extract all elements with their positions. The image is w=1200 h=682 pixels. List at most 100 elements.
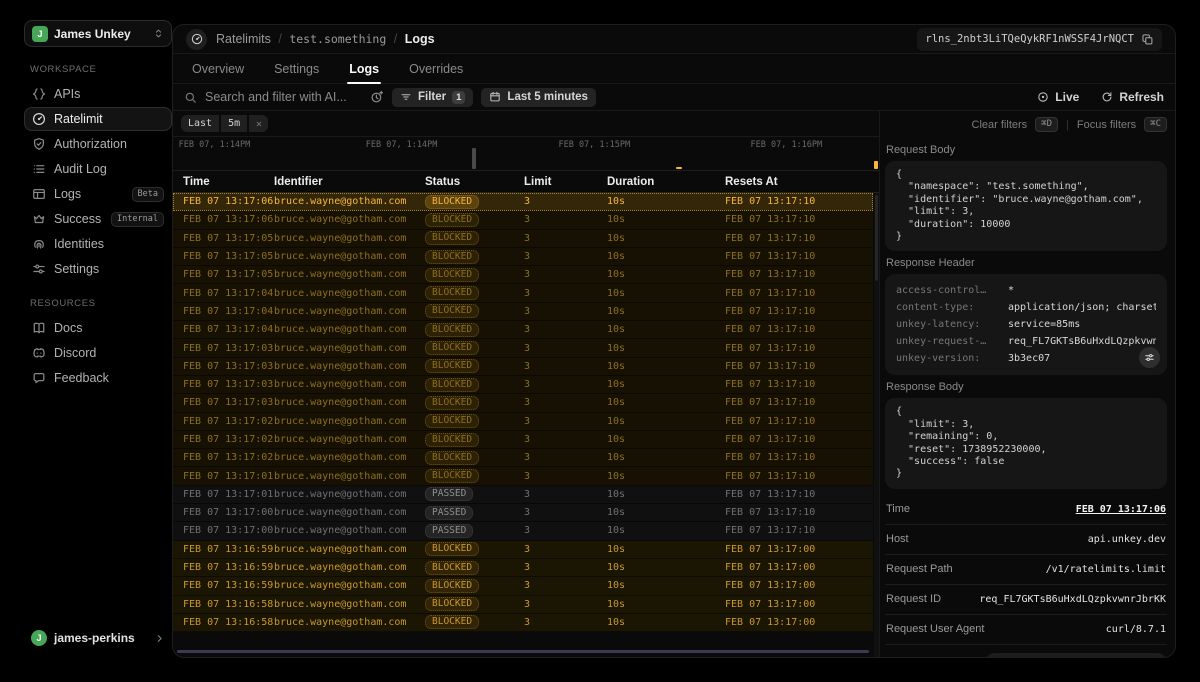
header-value: req_FL7GKTsB6uHxdLQzpkvwnrJbrKK — [1008, 336, 1156, 347]
cell-duration: 10s — [607, 416, 725, 427]
table-row[interactable]: FEB 07 13:16:59 bruce.wayne@gotham.com B… — [173, 577, 873, 595]
workspace-switcher[interactable]: J James Unkey — [24, 20, 172, 47]
table-row[interactable]: FEB 07 13:17:03 bruce.wayne@gotham.com B… — [173, 394, 873, 412]
sidebar-item-label: Success — [54, 212, 101, 226]
table-row[interactable]: FEB 07 13:17:01 bruce.wayne@gotham.com B… — [173, 467, 873, 485]
workspace-avatar: J — [32, 26, 48, 42]
cell-duration: 10s — [607, 452, 725, 463]
cell-resets-at: FEB 07 13:17:10 — [725, 233, 873, 244]
table-row[interactable]: FEB 07 13:17:06 bruce.wayne@gotham.com B… — [173, 193, 873, 211]
sliders-icon — [32, 262, 46, 276]
cell-resets-at: FEB 07 13:17:00 — [725, 544, 873, 555]
breadcrumb-root[interactable]: Ratelimits — [216, 32, 271, 46]
time-range-button[interactable]: Last 5 minutes — [481, 88, 596, 107]
cell-time: FEB 07 13:17:02 — [183, 416, 274, 427]
meta-row: Request ID req_FL7GKTsB6uHxdLQzpkvwnrJbr… — [885, 585, 1167, 615]
table-row[interactable]: FEB 07 13:17:06 bruce.wayne@gotham.com B… — [173, 211, 873, 229]
cell-duration: 10s — [607, 599, 725, 610]
column-header-resets-at[interactable]: Resets At — [725, 176, 879, 188]
cell-duration: 10s — [607, 525, 725, 536]
timeline-chart[interactable]: FEB 07, 1:14PMFEB 07, 1:14PMFEB 07, 1:15… — [173, 137, 879, 171]
ai-history-button[interactable] — [370, 90, 384, 104]
sidebar-item-success[interactable]: Success Internal — [24, 207, 172, 231]
header-key: unkey-latency: — [896, 319, 1008, 330]
sidebar-item-settings[interactable]: Settings — [24, 257, 172, 281]
cell-resets-at: FEB 07 13:17:10 — [725, 471, 873, 482]
filter-label: Filter — [418, 91, 446, 103]
search-input[interactable]: Search and filter with AI... — [184, 90, 362, 104]
meta-label: Host — [886, 533, 909, 545]
table-row[interactable]: FEB 07 13:17:03 bruce.wayne@gotham.com B… — [173, 339, 873, 357]
table-row[interactable]: FEB 07 13:17:01 bruce.wayne@gotham.com P… — [173, 486, 873, 504]
sidebar-item-label: Authorization — [54, 137, 127, 151]
cell-identifier: bruce.wayne@gotham.com — [274, 525, 425, 536]
cell-status: BLOCKED — [425, 268, 524, 282]
cell-identifier: bruce.wayne@gotham.com — [274, 269, 425, 280]
sidebar-item-identities[interactable]: Identities — [24, 232, 172, 256]
table-row[interactable]: FEB 07 13:17:05 bruce.wayne@gotham.com B… — [173, 248, 873, 266]
filter-button[interactable]: Filter 1 — [392, 88, 473, 107]
meta-row: Request Path /v1/ratelimits.limit — [885, 555, 1167, 585]
table-row[interactable]: FEB 07 13:17:02 bruce.wayne@gotham.com B… — [173, 431, 873, 449]
table-row[interactable]: FEB 07 13:17:02 bruce.wayne@gotham.com B… — [173, 413, 873, 431]
user-menu[interactable]: J james-perkins — [24, 624, 172, 652]
table-row[interactable]: FEB 07 13:17:04 bruce.wayne@gotham.com B… — [173, 284, 873, 302]
cell-resets-at: FEB 07 13:17:10 — [725, 452, 873, 463]
tab-settings[interactable]: Settings — [274, 54, 319, 83]
table-row[interactable]: FEB 07 13:17:02 bruce.wayne@gotham.com B… — [173, 449, 873, 467]
chevron-up-down-icon — [153, 28, 164, 39]
sidebar-item-logs[interactable]: Logs Beta — [24, 182, 172, 206]
refresh-button[interactable]: Refresh — [1101, 90, 1164, 104]
column-header-identifier[interactable]: Identifier — [274, 176, 425, 188]
cell-status: BLOCKED — [425, 396, 524, 410]
table-row[interactable]: FEB 07 13:17:00 bruce.wayne@gotham.com P… — [173, 522, 873, 540]
focus-filters-label[interactable]: Focus filters — [1077, 119, 1136, 131]
sidebar-item-apis[interactable]: APIs — [24, 82, 172, 106]
tab-overview[interactable]: Overview — [192, 54, 244, 83]
cell-duration: 10s — [607, 379, 725, 390]
table-row[interactable]: FEB 07 13:17:03 bruce.wayne@gotham.com B… — [173, 376, 873, 394]
status-badge: PASSED — [425, 487, 473, 501]
sidebar-item-docs[interactable]: Docs — [24, 316, 172, 340]
column-header-duration[interactable]: Duration — [607, 176, 725, 188]
sidebar-item-audit-log[interactable]: Audit Log — [24, 157, 172, 181]
cell-limit: 3 — [524, 416, 607, 427]
column-header-status[interactable]: Status — [425, 176, 524, 188]
tab-overrides[interactable]: Overrides — [409, 54, 463, 83]
header-settings-button[interactable] — [1139, 347, 1160, 368]
breadcrumb-namespace[interactable]: test.something — [289, 32, 386, 46]
sidebar-item-authorization[interactable]: Authorization — [24, 132, 172, 156]
table-row[interactable]: FEB 07 13:16:59 bruce.wayne@gotham.com B… — [173, 559, 873, 577]
namespace-id: rlns_2nbt3LiTQeQykRF1nWSSF4JrNQCT — [925, 33, 1134, 45]
meta-label: Request ID — [886, 593, 941, 605]
column-header-time[interactable]: Time — [183, 176, 274, 188]
tab-logs[interactable]: Logs — [349, 54, 379, 83]
cell-time: FEB 07 13:17:04 — [183, 306, 274, 317]
table-row[interactable]: FEB 07 13:17:03 bruce.wayne@gotham.com B… — [173, 358, 873, 376]
sidebar-item-ratelimit[interactable]: Ratelimit — [24, 107, 172, 131]
column-header-limit[interactable]: Limit — [524, 176, 607, 188]
horizontal-scrollbar[interactable] — [177, 650, 869, 653]
table-row[interactable]: FEB 07 13:16:59 bruce.wayne@gotham.com B… — [173, 541, 873, 559]
cell-time: FEB 07 13:17:03 — [183, 361, 274, 372]
live-button[interactable]: Live — [1037, 90, 1079, 104]
status-badge: PASSED — [425, 506, 473, 520]
cell-limit: 3 — [524, 397, 607, 408]
table-row[interactable]: FEB 07 13:17:04 bruce.wayne@gotham.com B… — [173, 303, 873, 321]
clear-filters-label[interactable]: Clear filters — [972, 119, 1028, 131]
table-row[interactable]: FEB 07 13:16:58 bruce.wayne@gotham.com B… — [173, 614, 873, 632]
sidebar-item-discord[interactable]: Discord — [24, 341, 172, 365]
vertical-scrollbar[interactable] — [874, 193, 879, 657]
status-badge: BLOCKED — [425, 542, 479, 556]
table-row[interactable]: FEB 07 13:17:05 bruce.wayne@gotham.com B… — [173, 230, 873, 248]
table-row[interactable]: FEB 07 13:17:04 bruce.wayne@gotham.com B… — [173, 321, 873, 339]
cell-limit: 3 — [524, 452, 607, 463]
table-row[interactable]: FEB 07 13:17:05 bruce.wayne@gotham.com B… — [173, 266, 873, 284]
sidebar-item-feedback[interactable]: Feedback — [24, 366, 172, 390]
cell-resets-at: FEB 07 13:17:10 — [725, 397, 873, 408]
cell-resets-at: FEB 07 13:17:10 — [725, 507, 873, 518]
table-row[interactable]: FEB 07 13:17:00 bruce.wayne@gotham.com P… — [173, 504, 873, 522]
namespace-id-copy[interactable]: rlns_2nbt3LiTQeQykRF1nWSSF4JrNQCT — [917, 28, 1162, 51]
table-row[interactable]: FEB 07 13:16:58 bruce.wayne@gotham.com B… — [173, 596, 873, 614]
filter-chip-remove-button[interactable] — [249, 115, 268, 132]
